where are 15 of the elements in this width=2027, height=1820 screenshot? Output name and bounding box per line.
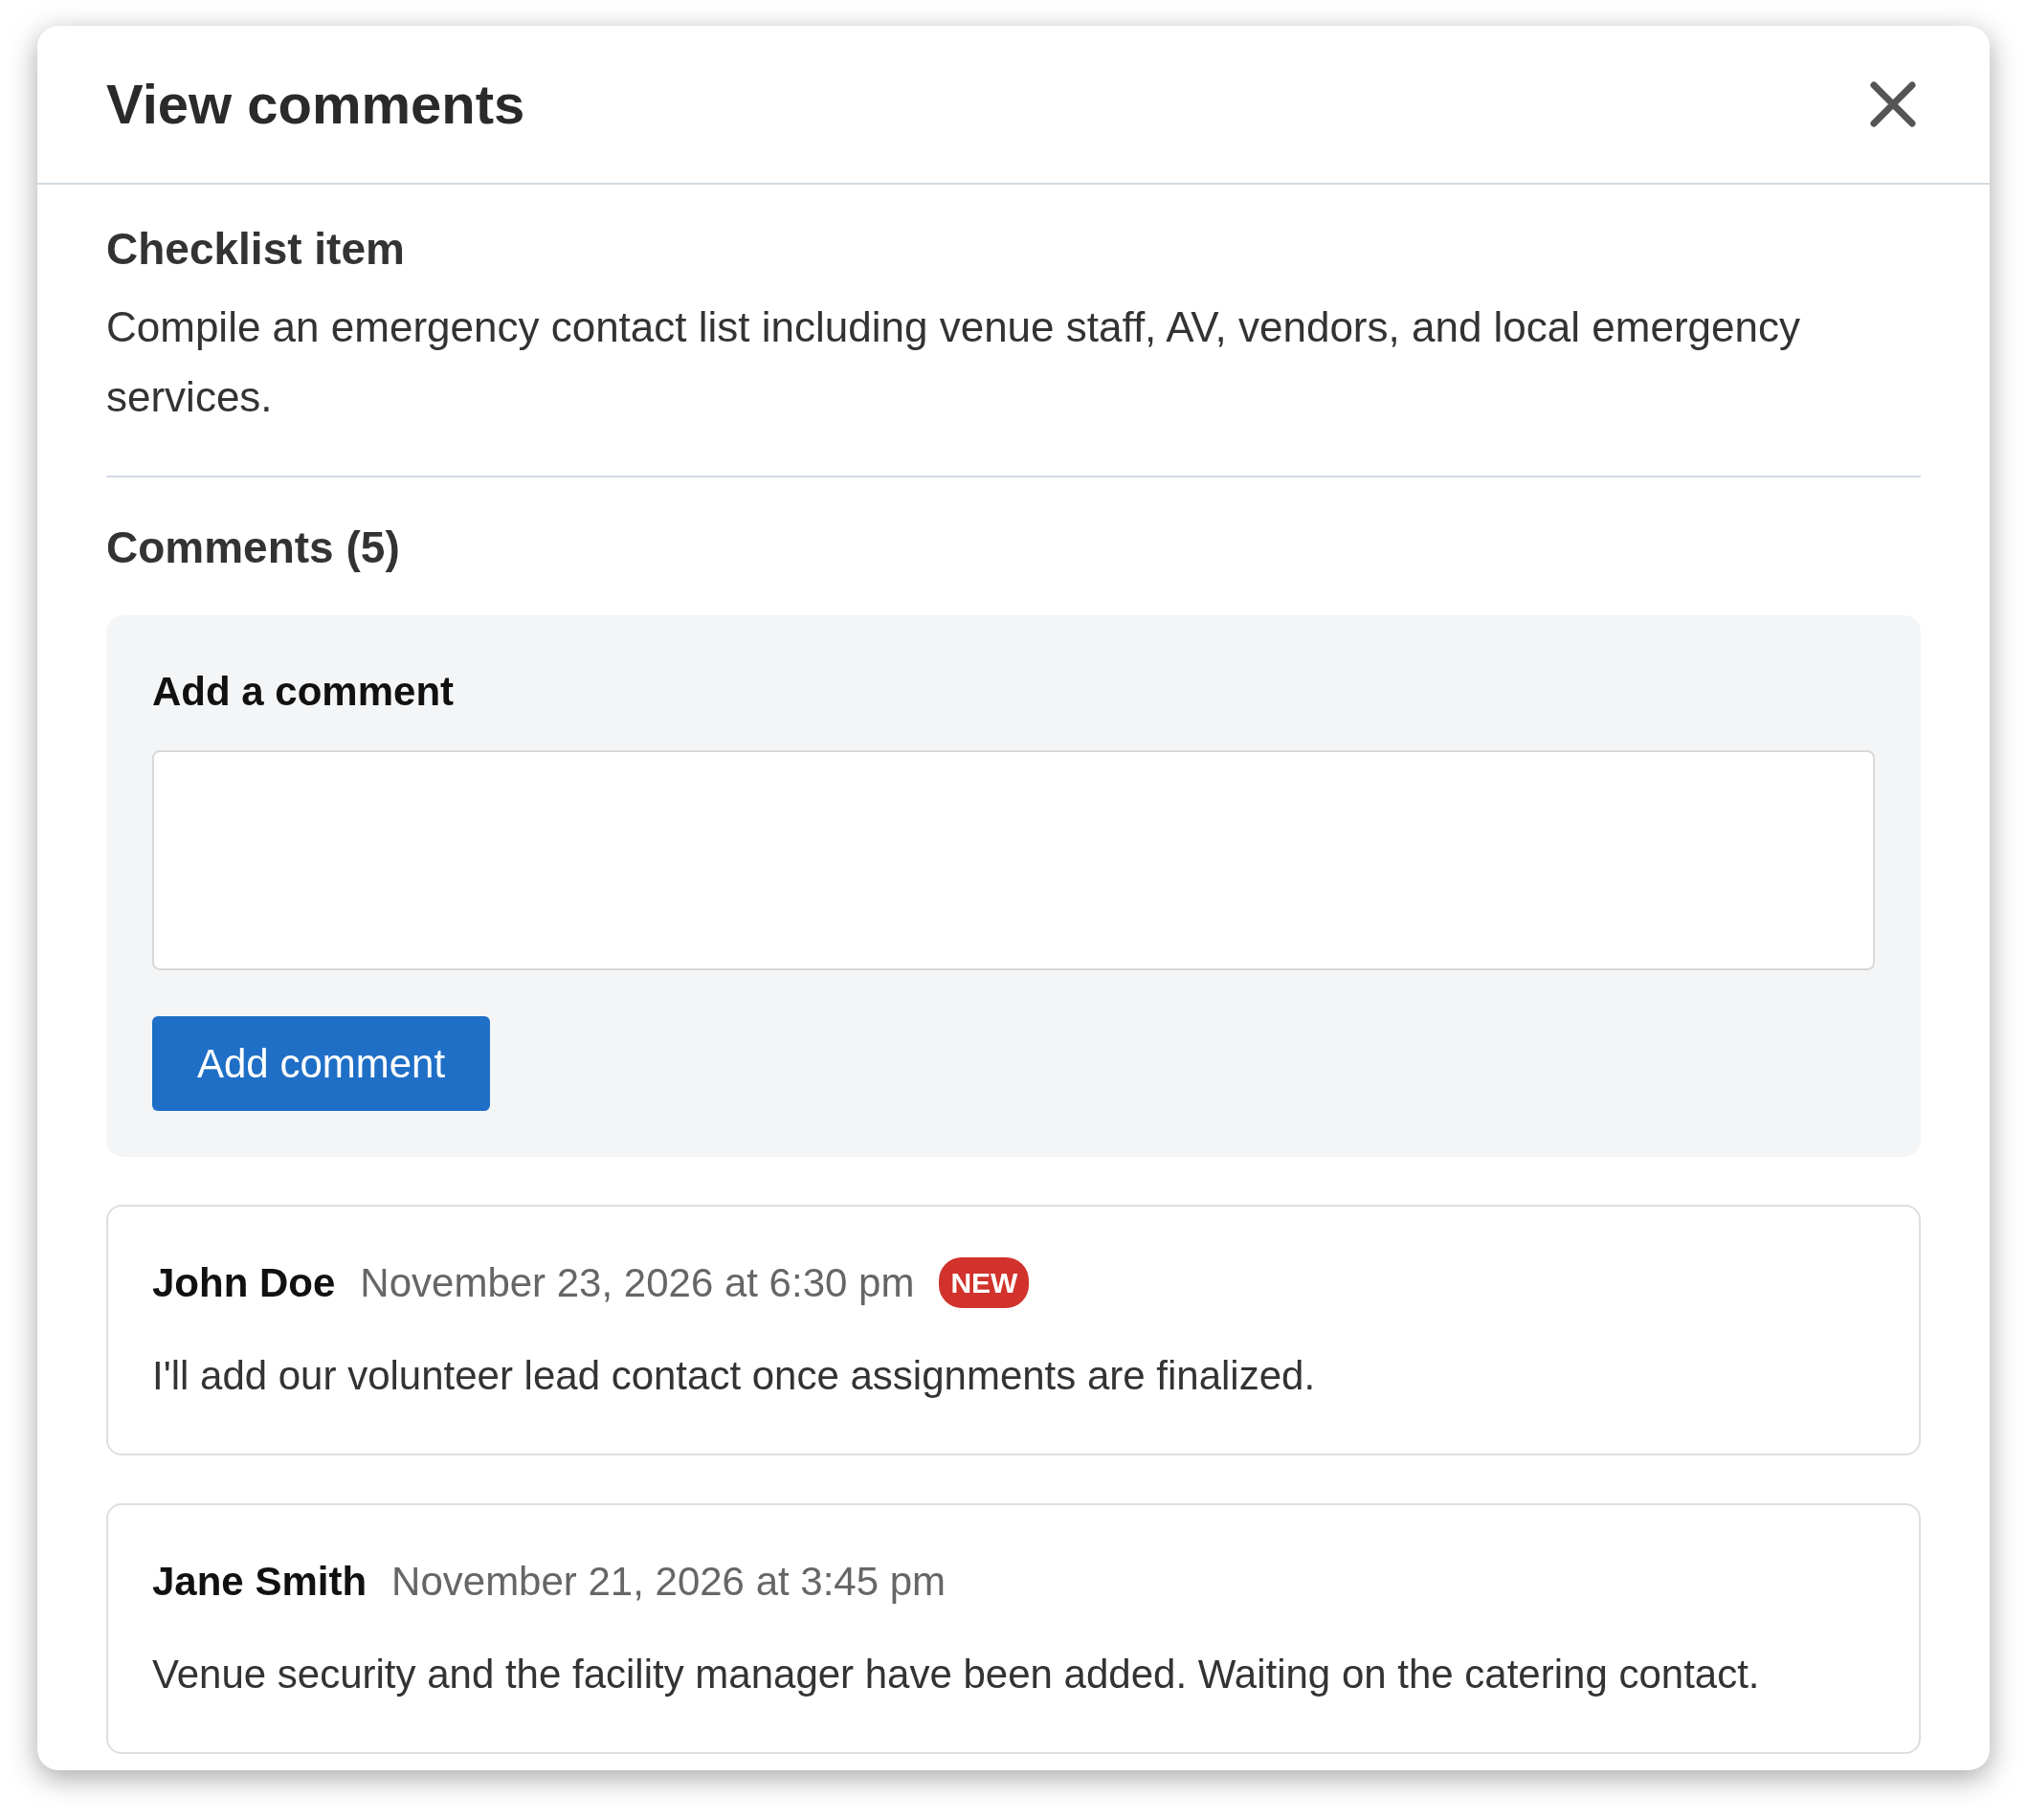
comment-author: John Doe — [152, 1258, 336, 1307]
comment-text: Venue security and the facility manager have been added. Waiting on the catering contact. — [152, 1650, 1761, 1698]
comment-timestamp: November 23, 2026 at 6:30 pm — [360, 1258, 915, 1307]
comment-text: I'll add our volunteer lead contact once assignments are finalized. — [152, 1351, 1317, 1400]
field-label: Add a comment — [152, 667, 456, 716]
dialog-title: View comments — [106, 72, 525, 138]
add-comment-button[interactable]: Add comment — [152, 1015, 491, 1111]
comment-input-field[interactable] — [152, 749, 1875, 970]
comment-author: Jane Smith — [152, 1557, 368, 1606]
checklist-item-text: Compile an emergency contact list including venue staff, AV, vendors, and local emergency services. — [106, 302, 1801, 422]
comment-timestamp: November 21, 2026 at 3:45 pm — [391, 1557, 947, 1606]
new-badge: NEW — [939, 1256, 1030, 1308]
comments-heading: Comments (5) — [106, 522, 401, 575]
close-icon — [1869, 80, 1917, 128]
section-heading: Checklist item — [106, 223, 406, 276]
